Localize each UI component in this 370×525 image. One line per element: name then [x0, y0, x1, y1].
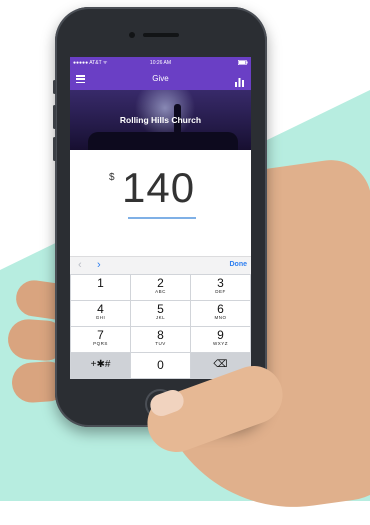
church-name: Rolling Hills Church: [119, 115, 202, 125]
currency-symbol: $: [109, 172, 115, 183]
nav-bar: Give: [70, 68, 251, 90]
volume-down-button[interactable]: [53, 137, 56, 161]
amount-underline: [128, 217, 196, 219]
earpiece-speaker: [143, 33, 179, 37]
amount-value[interactable]: 140: [122, 164, 195, 212]
phone-screen: ●●●●● AT&T ᯤ 10:26 AM Give Rolling Hills…: [70, 57, 251, 379]
key-3[interactable]: 3 DEF: [191, 275, 250, 300]
key-5[interactable]: 5 JKL: [131, 301, 190, 326]
key-2[interactable]: 2 ABC: [131, 275, 190, 300]
mute-switch[interactable]: [53, 80, 56, 94]
done-button[interactable]: Done: [230, 261, 248, 268]
key-1[interactable]: 1: [71, 275, 130, 300]
crowd-silhouette: [88, 132, 238, 150]
amount-display[interactable]: $ 140: [70, 150, 251, 256]
previous-field-icon[interactable]: ‹: [78, 259, 82, 271]
front-camera: [129, 32, 135, 38]
next-field-icon[interactable]: ›: [97, 259, 101, 271]
numeric-keypad: 1 2 ABC 3 DEF 4 GHI 5 JKL 6 MNO 7 PQRS 8 TUV 9W…: [70, 274, 251, 379]
key-6[interactable]: 6 MNO: [191, 301, 250, 326]
keyboard-accessory-bar: ‹ › Done: [70, 256, 251, 275]
key-9[interactable]: 9 WXYZ: [191, 327, 250, 352]
key-8[interactable]: 8 TUV: [131, 327, 190, 352]
church-banner: Rolling Hills Church: [70, 90, 251, 150]
key-0[interactable]: 0: [131, 353, 190, 378]
key-7[interactable]: 7 PQRS: [71, 327, 130, 352]
status-time: 10:26 AM: [149, 60, 172, 66]
key-4[interactable]: 4 GHI: [71, 301, 130, 326]
nav-title: Give: [152, 74, 169, 83]
volume-up-button[interactable]: [53, 105, 56, 129]
key-symbols[interactable]: +✱#: [71, 353, 130, 378]
bar-chart-icon[interactable]: [235, 74, 244, 87]
battery-icon: [238, 60, 248, 67]
status-bar: ●●●●● AT&T ᯤ 10:26 AM: [70, 57, 251, 68]
